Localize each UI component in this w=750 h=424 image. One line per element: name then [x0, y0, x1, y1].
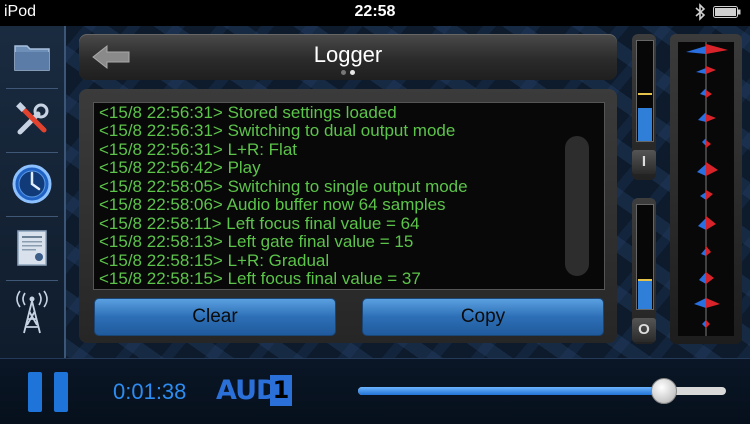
- progress-fill: [358, 387, 663, 395]
- input-meter-fill: [638, 108, 652, 141]
- clock-icon: [12, 164, 52, 204]
- waveform-graphic: [686, 42, 728, 336]
- pause-button[interactable]: [28, 372, 70, 412]
- audio-mode-index[interactable]: 1: [270, 375, 292, 406]
- log-line: <15/8 22:58:13> Left gate final value = …: [99, 232, 414, 251]
- output-meter-fill: [638, 281, 652, 309]
- audio-mode-label[interactable]: AUD: [216, 375, 278, 407]
- status-clock: 22:58: [354, 3, 396, 20]
- folder-icon: [14, 45, 50, 71]
- tools-icon: [16, 102, 49, 135]
- sidebar-item-files[interactable]: [6, 28, 58, 84]
- log-output[interactable]: <15/8 22:56:31> Stored settings loaded <…: [93, 102, 605, 290]
- input-meter-label: I: [632, 150, 656, 174]
- page-indicator[interactable]: [79, 70, 617, 75]
- log-line: <15/8 22:58:15> Left focus final value =…: [99, 269, 421, 288]
- log-line: <15/8 22:58:11> Left focus final value =…: [99, 214, 420, 233]
- elapsed-time: 0:01:38: [113, 379, 187, 404]
- sidebar-item-license[interactable]: [6, 220, 58, 276]
- clear-button[interactable]: Clear: [94, 298, 336, 336]
- progress-knob[interactable]: [651, 378, 677, 404]
- header-bar: Logger: [79, 34, 617, 80]
- sidebar: [0, 26, 66, 358]
- pause-icon: [28, 372, 42, 412]
- antenna-icon: [16, 290, 48, 334]
- copy-button[interactable]: Copy: [362, 298, 604, 336]
- log-scrollbar[interactable]: [565, 136, 589, 276]
- output-meter-label: O: [632, 318, 656, 342]
- page-title: Logger: [313, 42, 383, 67]
- certificate-icon: [17, 230, 47, 266]
- page-dot-2: [350, 70, 355, 75]
- waveform-panel: [670, 34, 742, 344]
- page-dot-1: [341, 70, 346, 75]
- log-line: <15/8 22:56:31> Stored settings loaded: [99, 103, 397, 122]
- sidebar-item-settings[interactable]: [6, 92, 58, 148]
- sidebar-item-streaming[interactable]: [6, 284, 58, 340]
- log-line: <15/8 22:58:15> L+R: Gradual: [99, 251, 330, 270]
- status-bar: iPod 22:58: [0, 0, 750, 26]
- log-line: <15/8 22:58:05> Switching to single outp…: [99, 177, 468, 196]
- log-line: <15/8 22:58:06> Audio buffer now 64 samp…: [99, 195, 446, 214]
- log-line: <15/8 22:56:31> L+R: Flat: [99, 140, 298, 159]
- playback-progress-slider[interactable]: [358, 378, 726, 404]
- output-meter: O: [632, 198, 656, 344]
- bluetooth-icon: [695, 3, 706, 21]
- log-line: <15/8 22:56:42> Play: [99, 158, 261, 177]
- log-line: <15/8 22:56:31> Switching to dual output…: [99, 121, 456, 140]
- sidebar-item-logger[interactable]: [6, 156, 58, 212]
- output-meter-peak: [638, 279, 652, 281]
- input-meter: I: [632, 34, 656, 180]
- input-meter-peak: [638, 93, 652, 95]
- battery-icon: [713, 6, 741, 18]
